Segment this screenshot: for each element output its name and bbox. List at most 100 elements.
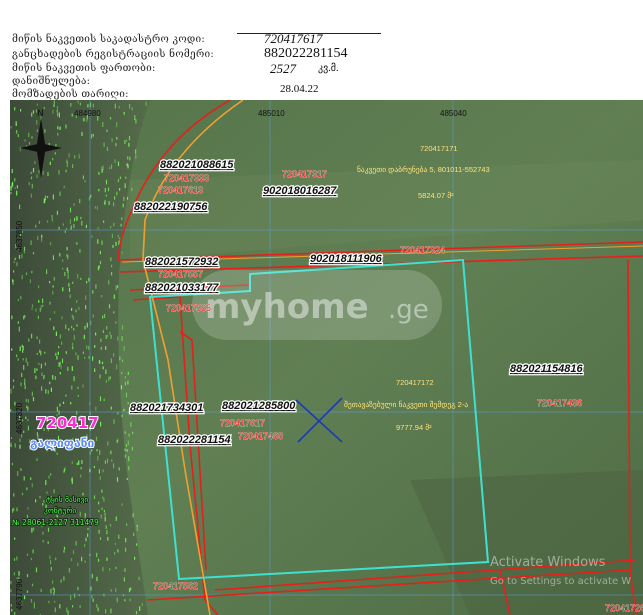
vegetation-dash	[59, 252, 61, 257]
vegetation-dash	[35, 224, 37, 228]
vegetation-dash	[14, 186, 16, 190]
vegetation-dash	[71, 113, 73, 117]
vegetation-dash	[73, 223, 75, 228]
vegetation-dash	[62, 267, 64, 270]
vegetation-dash	[49, 281, 51, 284]
vegetation-dash	[134, 115, 136, 121]
vegetation-dash	[17, 358, 19, 361]
vegetation-dash	[105, 525, 107, 529]
vegetation-dash	[117, 336, 119, 341]
vegetation-dash	[113, 353, 115, 357]
vegetation-dash	[49, 318, 51, 321]
vegetation-dash	[28, 142, 31, 145]
vegetation-dash	[32, 110, 35, 114]
vegetation-dash	[109, 331, 111, 335]
vegetation-dash	[115, 143, 117, 147]
vegetation-dash	[113, 222, 115, 227]
vegetation-dash	[23, 365, 25, 370]
vegetation-dash	[26, 574, 29, 578]
vegetation-dash	[49, 161, 51, 165]
vegetation-dash	[66, 247, 68, 251]
vegetation-dash	[11, 168, 13, 174]
vegetation-dash	[46, 220, 49, 223]
vegetation-dash	[130, 587, 132, 591]
vegetation-dash	[116, 477, 119, 482]
parcel-number-label[interactable]: 882022190756	[133, 200, 210, 215]
vegetation-dash	[110, 226, 112, 229]
vegetation-dash	[87, 104, 89, 108]
vegetation-dash	[91, 573, 93, 579]
vegetation-dash	[127, 380, 129, 385]
parcel-number-label[interactable]: 882021154816	[509, 362, 585, 377]
vegetation-dash	[103, 142, 105, 147]
vegetation-dash	[115, 321, 117, 324]
vegetation-dash	[121, 372, 123, 375]
vegetation-dash	[119, 356, 121, 361]
vegetation-dash	[20, 382, 22, 387]
parcel-number-label[interactable]: 882021572932	[144, 255, 220, 270]
vegetation-dash	[121, 503, 123, 506]
parcel-number-label[interactable]: 882022281154	[157, 433, 232, 448]
cadastral-map[interactable]: N myhome .ge 484980 485010 485040 463785…	[10, 100, 643, 615]
vegetation-dash	[123, 408, 125, 412]
parcel-number-label[interactable]: 902018111906	[309, 252, 384, 267]
parcel-number-label[interactable]: 882021033177	[144, 281, 221, 296]
vegetation-dash	[62, 401, 65, 404]
vegetation-dash	[51, 215, 53, 218]
vegetation-dash	[50, 387, 52, 392]
vegetation-dash	[118, 534, 120, 539]
vegetation-dash	[109, 524, 112, 527]
vegetation-dash	[99, 250, 101, 255]
parcel-number-label[interactable]: 882021285800	[221, 399, 298, 414]
vegetation-dash	[18, 255, 21, 259]
vegetation-dash	[88, 345, 90, 350]
vegetation-dash	[55, 557, 57, 561]
vegetation-dash	[27, 425, 29, 431]
vegetation-dash	[11, 348, 13, 351]
vegetation-dash	[85, 305, 87, 310]
map-canvas[interactable]: N myhome .ge 484980 485010 485040 463785…	[10, 100, 643, 615]
vegetation-dash	[52, 158, 54, 161]
parcel-number-label[interactable]: 902018016287	[262, 184, 339, 199]
vegetation-dash	[42, 298, 44, 304]
vegetation-dash	[54, 152, 56, 155]
vegetation-dash	[10, 409, 12, 412]
forest-label: № 28061-2127 311479	[12, 518, 99, 527]
vegetation-dash	[53, 588, 55, 593]
vegetation-dash	[95, 332, 97, 336]
parcel-code-label: 720417613	[158, 185, 203, 195]
vegetation-dash	[126, 197, 129, 200]
vegetation-dash	[63, 546, 66, 550]
vegetation-dash	[64, 230, 66, 233]
vegetation-dash	[56, 110, 58, 113]
vegetation-dash	[115, 285, 117, 291]
vegetation-dash	[101, 169, 103, 173]
vegetation-dash	[62, 287, 64, 292]
coord-top-1: 484980	[74, 109, 101, 118]
vegetation-dash	[67, 274, 69, 279]
vegetation-dash	[60, 579, 62, 583]
vegetation-dash	[31, 183, 33, 189]
vegetation-dash	[30, 557, 32, 561]
vegetation-dash	[119, 237, 121, 240]
vegetation-dash	[52, 194, 54, 200]
vegetation-dash	[34, 368, 36, 374]
vegetation-dash	[99, 360, 101, 364]
vegetation-dash	[84, 356, 86, 359]
vegetation-dash	[35, 567, 38, 573]
vegetation-dash	[56, 356, 58, 360]
vegetation-dash	[65, 324, 67, 329]
vegetation-dash	[92, 356, 94, 361]
vegetation-dash	[106, 557, 108, 561]
vegetation-dash	[124, 376, 127, 379]
vegetation-dash	[139, 606, 141, 611]
vegetation-dash	[98, 558, 100, 562]
vegetation-dash	[52, 285, 54, 288]
vegetation-dash	[77, 274, 79, 279]
vegetation-dash	[32, 583, 34, 587]
parcel-number-label[interactable]: 882021734301	[129, 401, 205, 416]
parcel-number-label[interactable]: 882021088615	[159, 158, 236, 173]
vegetation-dash	[38, 299, 40, 303]
vegetation-dash	[58, 226, 60, 230]
vegetation-dash	[78, 153, 80, 159]
